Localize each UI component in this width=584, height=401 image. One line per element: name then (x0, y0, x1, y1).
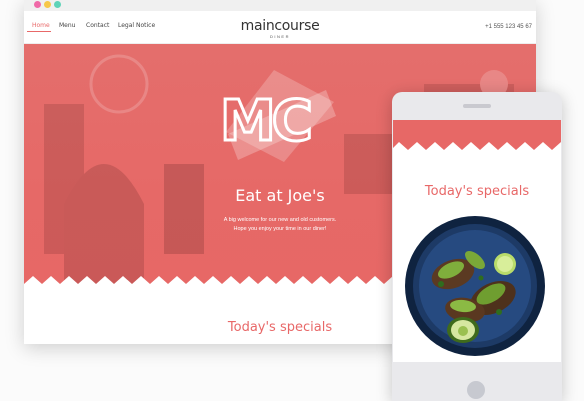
window-minimize-dot[interactable] (44, 1, 51, 8)
mobile-specials-heading: Today's specials (424, 184, 530, 199)
showcase-stage: Home Menu Contact Legal Notice maincours… (0, 0, 584, 401)
mobile-phone-mockup: Today's specials (392, 92, 562, 401)
phone-zigzag-edge (393, 140, 561, 150)
phone-speaker (463, 104, 491, 108)
mc-logo-text: MC (220, 89, 310, 154)
site-navbar: Home Menu Contact Legal Notice maincours… (24, 11, 536, 44)
food-plate-image (405, 216, 545, 356)
phone-header-band (393, 120, 561, 142)
window-close-dot[interactable] (34, 1, 41, 8)
phone-number[interactable]: +1 555 123 45 67 (485, 24, 532, 30)
brand-subtitle: DINER (270, 34, 290, 39)
mc-logo: MC (219, 70, 336, 162)
phone-home-button[interactable] (467, 381, 485, 399)
window-maximize-dot[interactable] (54, 1, 61, 8)
brand-logo[interactable]: maincourse (24, 18, 536, 34)
phone-screen: Today's specials (393, 120, 561, 362)
browser-chrome (24, 0, 536, 11)
